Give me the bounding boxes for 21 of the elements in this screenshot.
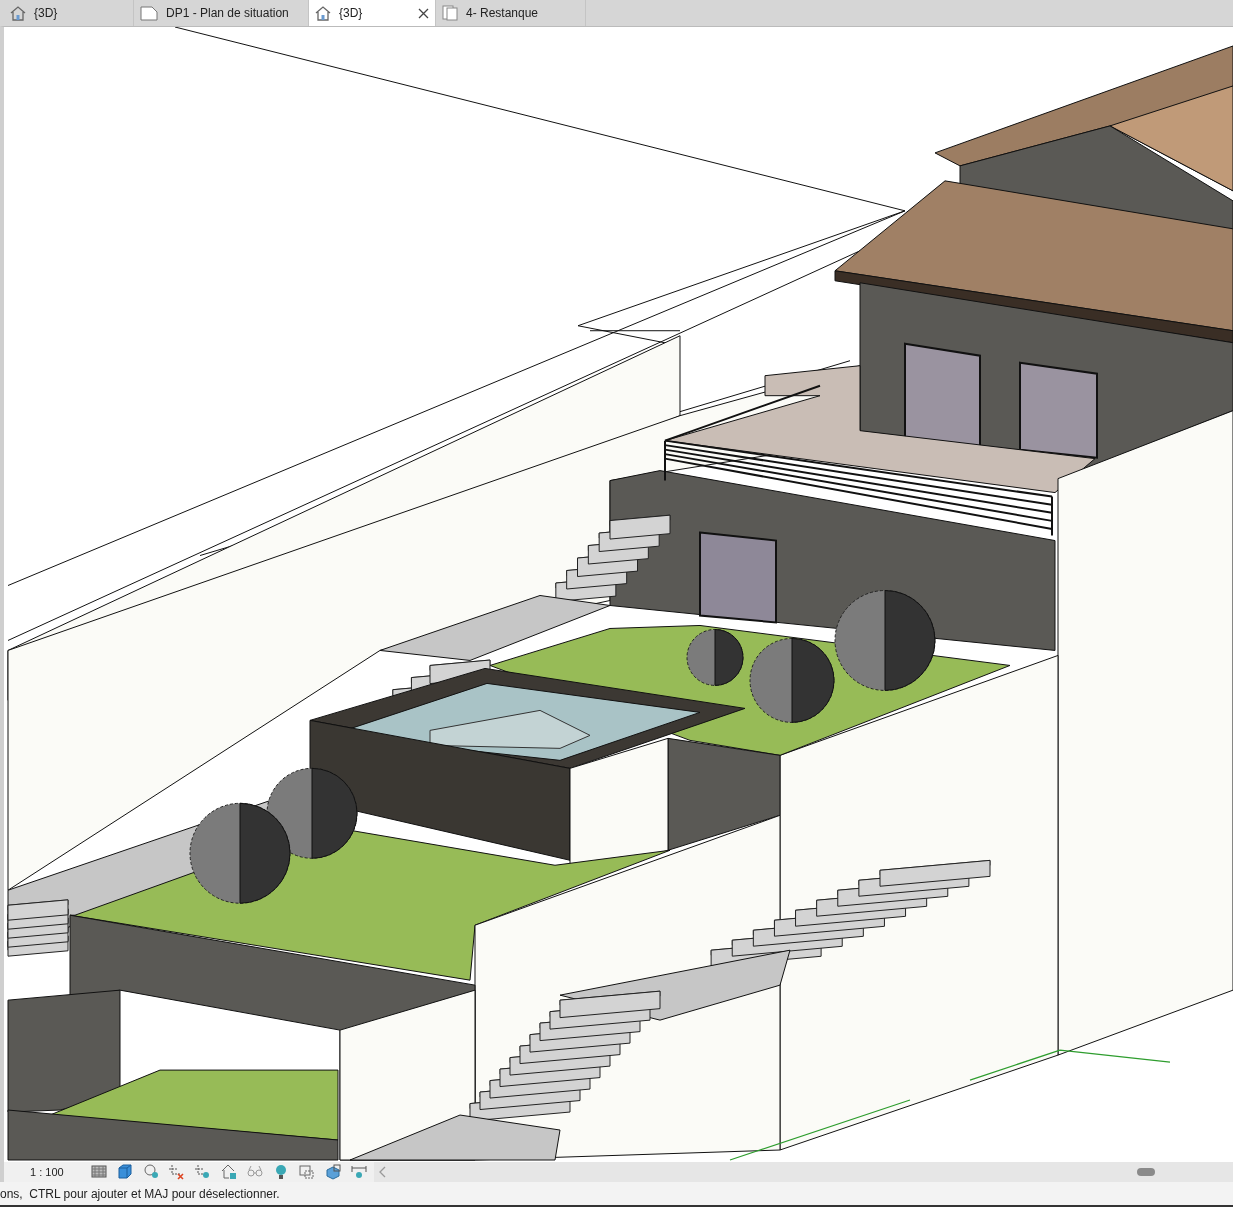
tab-label: {3D}: [339, 5, 363, 22]
grid-icon[interactable]: [90, 1163, 108, 1181]
selection-icon[interactable]: [298, 1163, 316, 1181]
scale-label[interactable]: 1 : 100: [30, 1163, 82, 1181]
box-icon[interactable]: [324, 1163, 342, 1181]
scrollbar-thumb[interactable]: [1137, 1168, 1155, 1176]
house-icon: [315, 5, 331, 21]
status-text: ons, CTRL pour ajouter et MAJ pour déselectionner.: [0, 1185, 280, 1203]
house-icon: [10, 5, 26, 21]
chevron-left-icon[interactable]: [378, 1166, 388, 1178]
house-lock-icon[interactable]: [220, 1163, 238, 1181]
cube-icon[interactable]: [116, 1163, 134, 1181]
sun-icon[interactable]: [142, 1163, 160, 1181]
dimension-icon[interactable]: [350, 1163, 368, 1181]
tab-label: {3D}: [34, 5, 58, 22]
tab-label: DP1 - Plan de situation: [166, 5, 289, 22]
close-icon[interactable]: [418, 7, 429, 19]
document-icon: [442, 5, 458, 21]
tab-label: 4- Restanque: [466, 5, 539, 22]
sheet-icon: [140, 5, 158, 21]
view-tab[interactable]: {3D}: [309, 0, 436, 26]
